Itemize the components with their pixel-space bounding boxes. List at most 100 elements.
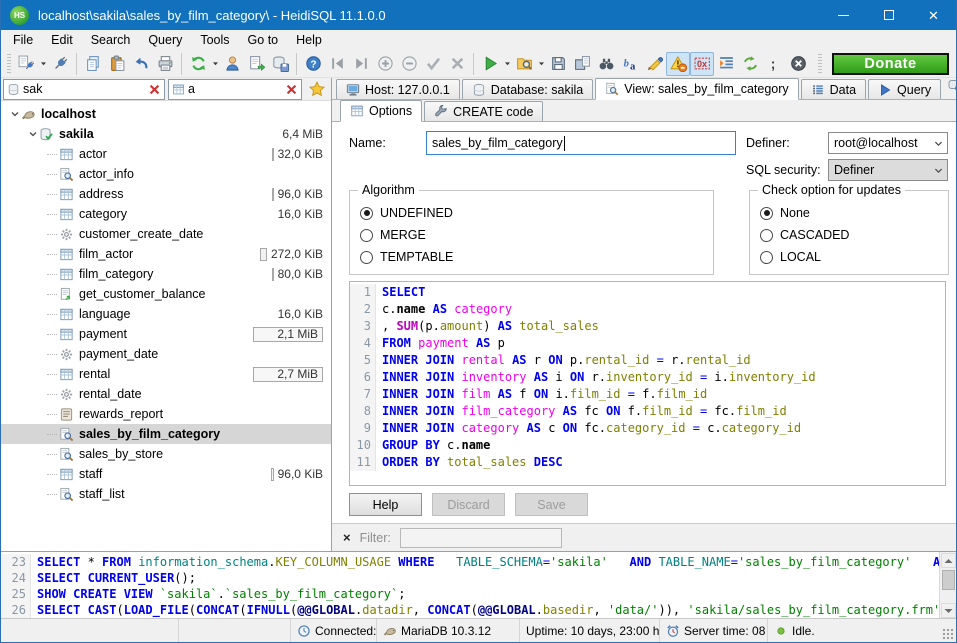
- tab-data[interactable]: Data: [801, 79, 866, 99]
- tree-item-staff_list[interactable]: staff_list: [1, 484, 331, 504]
- tree-chevron-icon[interactable]: [9, 108, 21, 120]
- tree-item-staff[interactable]: staff96,0 KiB: [1, 464, 331, 484]
- sql-log[interactable]: 23SELECT * FROM information_schema.KEY_C…: [1, 552, 939, 619]
- algorithm-radio-merge[interactable]: MERGE: [360, 224, 713, 246]
- load-sql-file-dropdown-button[interactable]: [536, 52, 546, 76]
- filter-input[interactable]: [400, 528, 562, 548]
- save-sql-button[interactable]: [546, 52, 570, 76]
- tree-chevron-icon[interactable]: [27, 128, 39, 140]
- menu-query[interactable]: Query: [139, 31, 191, 49]
- tab-view-sales-by-film-category[interactable]: View: sales_by_film_category: [595, 78, 798, 100]
- tree-item-sakila[interactable]: sakila6,4 MiB: [1, 124, 331, 144]
- tree-item-payment[interactable]: payment2,1 MiB: [1, 324, 331, 344]
- menu-tools[interactable]: Tools: [191, 31, 238, 49]
- highlight-errors-button[interactable]: [666, 52, 690, 76]
- tree-item-film_actor[interactable]: film_actor272,0 KiB: [1, 244, 331, 264]
- toggle-case-button[interactable]: ba: [618, 52, 642, 76]
- tree-item-actor[interactable]: actor32,0 KiB: [1, 144, 331, 164]
- database-filter-input[interactable]: sak: [3, 79, 165, 100]
- algorithm-radio-undefined[interactable]: UNDEFINED: [360, 202, 713, 224]
- save-sql-as-button[interactable]: [570, 52, 594, 76]
- check-option-radio-cascaded[interactable]: CASCADED: [760, 224, 948, 246]
- table-filter-input[interactable]: a: [168, 79, 302, 100]
- last-record-button[interactable]: [349, 52, 373, 76]
- session-manager-button[interactable]: [14, 52, 38, 76]
- refresh-dropdown-button[interactable]: [210, 52, 220, 76]
- tree-item-rental_date[interactable]: rental_date: [1, 384, 331, 404]
- tree-item-rewards_report[interactable]: rewards_report: [1, 404, 331, 424]
- user-manager-button[interactable]: [220, 52, 244, 76]
- definer-combobox[interactable]: root@localhost: [828, 132, 948, 154]
- menu-file[interactable]: File: [4, 31, 42, 49]
- donate-button[interactable]: Donate: [832, 53, 949, 75]
- scroll-up-button[interactable]: [941, 553, 956, 568]
- find-replace-button[interactable]: [594, 52, 618, 76]
- tab-host-127-0-0-1[interactable]: Host: 127.0.0.1: [336, 79, 460, 99]
- auto-indent-button[interactable]: [714, 52, 738, 76]
- tree-item-customer_create_date[interactable]: customer_create_date: [1, 224, 331, 244]
- save-button[interactable]: Save: [515, 493, 588, 516]
- view-sql-editor[interactable]: 1SELECT2c.name AS category3, SUM(p.amoun…: [349, 281, 946, 486]
- close-button[interactable]: ✕: [911, 0, 956, 30]
- session-manager-dropdown-button[interactable]: [38, 52, 48, 76]
- sql-security-dropdown-button[interactable]: [930, 160, 947, 180]
- reformat-sql-button[interactable]: [642, 52, 666, 76]
- tab-database-sakila[interactable]: Database: sakila: [462, 79, 593, 99]
- red-x-icon[interactable]: [285, 83, 298, 96]
- load-sql-file-button[interactable]: [512, 52, 536, 76]
- tree-item-actor_info[interactable]: actor_info: [1, 164, 331, 184]
- menu-help[interactable]: Help: [287, 31, 331, 49]
- paste-button[interactable]: [105, 52, 129, 76]
- view-binary-as-hex-button[interactable]: 0x: [690, 52, 714, 76]
- tree-item-category[interactable]: category16,0 KiB: [1, 204, 331, 224]
- tree-item-language[interactable]: language16,0 KiB: [1, 304, 331, 324]
- undo-button[interactable]: [129, 52, 153, 76]
- copy-button[interactable]: [81, 52, 105, 76]
- scroll-down-button[interactable]: [941, 603, 956, 618]
- definer-dropdown-button[interactable]: [930, 133, 947, 153]
- menu-goto[interactable]: Go to: [239, 31, 288, 49]
- cancel-editing-button[interactable]: [445, 52, 469, 76]
- help-button[interactable]: Help: [349, 493, 422, 516]
- post-changes-button[interactable]: [421, 52, 445, 76]
- discard-button[interactable]: Discard: [432, 493, 505, 516]
- donate-grip[interactable]: [818, 54, 822, 74]
- tree-item-get_customer_balance[interactable]: get_customer_balance: [1, 284, 331, 304]
- algorithm-radio-temptable[interactable]: TEMPTABLE: [360, 246, 713, 268]
- red-x-icon[interactable]: [148, 83, 161, 96]
- view-name-input[interactable]: sales_by_film_category: [426, 131, 736, 155]
- filter-close-icon[interactable]: ×: [343, 531, 351, 544]
- log-scrollbar[interactable]: [939, 552, 956, 619]
- tab-query[interactable]: Query: [868, 79, 941, 99]
- help-button[interactable]: ?: [301, 52, 325, 76]
- set-delimiter-button[interactable]: ;: [762, 52, 786, 76]
- disconnect-button[interactable]: [48, 52, 72, 76]
- stop-query-button[interactable]: [786, 52, 810, 76]
- refresh-button[interactable]: [186, 52, 210, 76]
- subtab-create-code[interactable]: CREATE code: [424, 101, 543, 121]
- check-option-radio-local[interactable]: LOCAL: [760, 246, 948, 268]
- check-option-radio-none[interactable]: None: [760, 202, 948, 224]
- resize-grip[interactable]: [942, 628, 954, 640]
- save-blob-button[interactable]: [268, 52, 292, 76]
- new-query-tab-button[interactable]: [948, 77, 957, 96]
- tree-item-address[interactable]: address96,0 KiB: [1, 184, 331, 204]
- toolbar-grip[interactable]: [7, 54, 11, 74]
- maximize-button[interactable]: [866, 0, 911, 30]
- execute-sql-button[interactable]: [478, 52, 502, 76]
- delete-record-button[interactable]: [397, 52, 421, 76]
- print-button[interactable]: [153, 52, 177, 76]
- tree-item-film_category[interactable]: film_category80,0 KiB: [1, 264, 331, 284]
- scrollbar-thumb[interactable]: [942, 570, 955, 590]
- sql-security-combobox[interactable]: Definer: [828, 159, 948, 181]
- execute-sql-dropdown-button[interactable]: [502, 52, 512, 76]
- menu-search[interactable]: Search: [82, 31, 140, 49]
- first-record-button[interactable]: [325, 52, 349, 76]
- tree-item-payment_date[interactable]: payment_date: [1, 344, 331, 364]
- favorites-button[interactable]: [305, 79, 328, 100]
- tree-item-localhost[interactable]: localhost: [1, 104, 331, 124]
- reconnect-button[interactable]: [738, 52, 762, 76]
- tree-item-sales_by_film_category[interactable]: sales_by_film_category: [1, 424, 331, 444]
- subtab-options[interactable]: Options: [340, 100, 422, 122]
- tree-item-sales_by_store[interactable]: sales_by_store: [1, 444, 331, 464]
